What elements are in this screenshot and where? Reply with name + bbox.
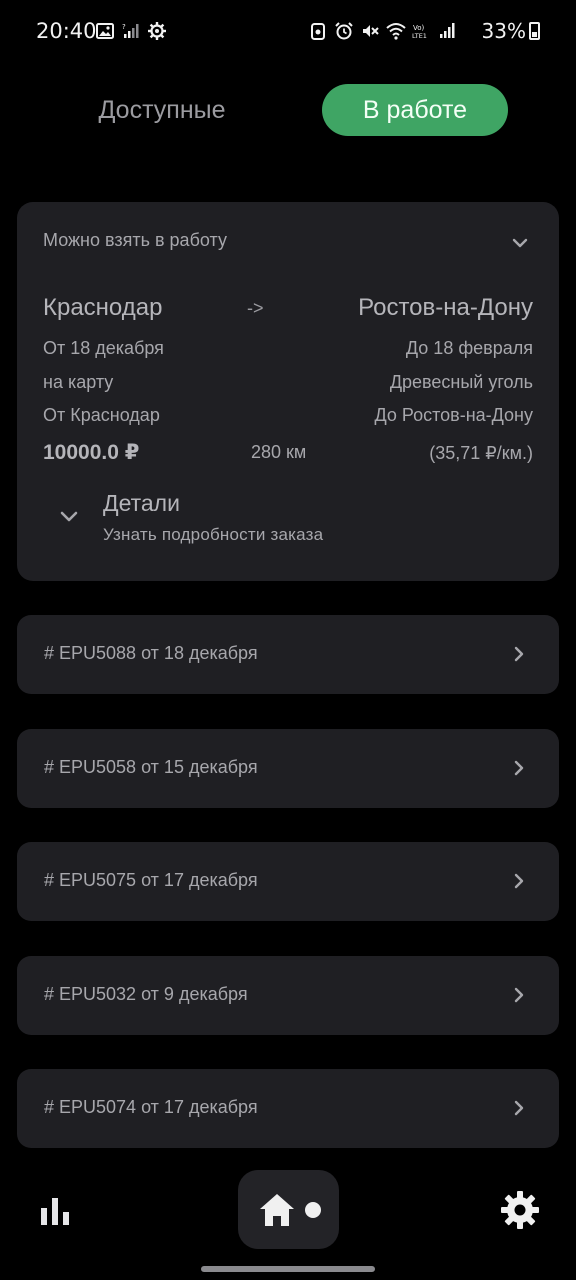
app-screen: 20:40 ? Vo) LTE1 33% Доступные В работе … — [0, 0, 576, 1280]
order-card-expanded[interactable]: Можно взять в работу Краснодар Ростов-на… — [17, 202, 559, 581]
chevron-right-icon — [514, 760, 524, 776]
active-indicator-dot — [305, 1202, 321, 1218]
image-icon — [95, 20, 115, 42]
from-point: От Краснодар — [43, 405, 160, 425]
type-row: на карту Древесный уголь — [43, 372, 533, 393]
cargo-type: Древесный уголь — [389, 372, 533, 392]
signal-off-icon: ? — [121, 20, 141, 42]
settings-icon[interactable] — [500, 1190, 540, 1230]
shield-icon — [308, 20, 328, 42]
chevron-right-icon — [514, 987, 524, 1003]
svg-text:LTE1: LTE1 — [412, 32, 427, 40]
status-bar: 20:40 ? Vo) LTE1 33% — [0, 0, 576, 64]
svg-text:?: ? — [122, 23, 126, 31]
lte-icon: Vo) LTE1 — [412, 20, 432, 42]
list-item[interactable]: # EPU5058 от 15 декабря — [17, 729, 559, 808]
order-label: # EPU5075 от 17 декабря — [44, 870, 258, 890]
order-label: # EPU5058 от 15 декабря — [44, 757, 258, 777]
route-row: Краснодар Ростов-на-Дону — [43, 294, 533, 322]
details-subtitle: Узнать подробности заказа — [103, 525, 324, 544]
order-label: # EPU5074 от 17 декабря — [44, 1097, 258, 1117]
payment-type: на карту — [43, 372, 114, 392]
list-item[interactable]: # EPU5088 от 18 декабря — [17, 615, 559, 694]
list-item[interactable]: # EPU5075 от 17 декабря — [17, 842, 559, 921]
rate-per-km: (35,71 ₽/км.) — [429, 443, 533, 463]
svg-text:Vo): Vo) — [413, 24, 425, 32]
stats-icon[interactable] — [36, 1190, 76, 1230]
from-city: Краснодар — [43, 294, 163, 321]
battery-percent: 33% — [481, 19, 526, 43]
to-point: До Ростов-на-Дону — [374, 405, 533, 425]
alarm-icon — [334, 20, 354, 42]
tab-in-work[interactable]: В работе — [322, 84, 508, 136]
order-status: Можно взять в работу — [43, 230, 227, 250]
points-row: От Краснодар До Ростов-на-Дону — [43, 405, 533, 426]
to-city: Ростов-на-Дону — [358, 294, 533, 321]
tab-available[interactable]: Доступные — [62, 84, 262, 136]
signal-icon — [438, 20, 458, 42]
wifi-icon — [386, 20, 406, 42]
order-label: # EPU5088 от 18 декабря — [44, 643, 258, 663]
mute-icon — [360, 20, 380, 42]
chevron-right-icon — [514, 873, 524, 889]
dates-row: От 18 декабря До 18 февраля — [43, 338, 533, 359]
list-item[interactable]: # EPU5074 от 17 декабря — [17, 1069, 559, 1148]
details-title[interactable]: Детали — [103, 490, 180, 517]
nav-home-button[interactable] — [238, 1170, 339, 1249]
status-right-icons: Vo) LTE1 — [308, 20, 458, 42]
status-time: 20:40 — [36, 19, 97, 43]
chevron-right-icon — [514, 646, 524, 662]
distance: 280 км — [251, 442, 307, 462]
price: 10000.0 ₽ — [43, 441, 140, 464]
route-arrow: -> — [247, 298, 264, 318]
chevron-down-icon[interactable] — [509, 232, 531, 254]
date-to: До 18 февраля — [405, 338, 533, 358]
list-item[interactable]: # EPU5032 от 9 декабря — [17, 956, 559, 1035]
order-label: # EPU5032 от 9 декабря — [44, 984, 248, 1004]
gesture-bar[interactable] — [201, 1266, 375, 1272]
chevron-right-icon — [514, 1100, 524, 1116]
status-left-icons: ? — [95, 20, 167, 42]
battery-icon — [529, 22, 540, 40]
date-from: От 18 декабря — [43, 338, 164, 358]
chevron-down-icon[interactable] — [57, 505, 81, 529]
gear-icon — [147, 20, 167, 42]
home-icon — [260, 1194, 294, 1226]
